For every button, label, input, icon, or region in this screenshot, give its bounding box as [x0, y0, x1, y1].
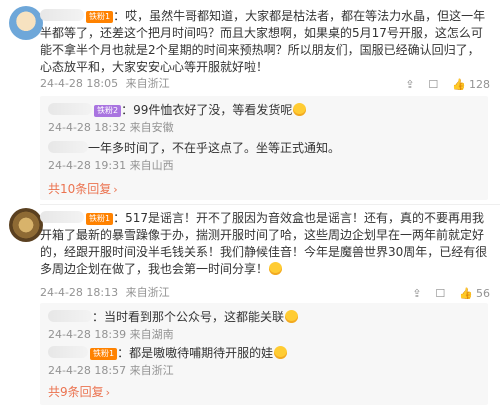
reply-date: 24-4-28 18:57 [48, 364, 127, 377]
emoji-icon [269, 262, 283, 275]
reply-text: 一年多时间了，不在乎这点了。坐等正式通知。 [88, 141, 341, 155]
fan-badge: 铁粉1 [86, 11, 114, 23]
reply-text: ：99件恤衣好了没，等看发货呢 [121, 103, 293, 117]
more-replies-link[interactable]: 共10条回复 › [48, 182, 118, 196]
reply-1: ：当时看到那个公众号，这都能关联 24-4-28 18:39 来自湖南 [48, 309, 478, 342]
like-icon: 👍 [452, 77, 466, 91]
like-count: 128 [469, 77, 490, 91]
reply-2: 铁粉1 ：都是嗷嗷待哺期待开服的娃 24-4-28 18:57 来自浙江 [48, 345, 478, 378]
share-icon: ⇪ [405, 77, 415, 91]
reply-location: 来自浙江 [129, 364, 174, 377]
reply-username[interactable] [48, 346, 88, 358]
reply-date: 24-4-28 18:32 [48, 121, 127, 134]
chevron-right-icon: › [105, 386, 111, 399]
divider [40, 204, 500, 205]
fan-badge: 铁粉2 [94, 105, 122, 117]
chevron-right-icon: › [113, 183, 118, 196]
emoji-icon [274, 346, 288, 359]
reply-location: 来自安徽 [129, 121, 174, 134]
like-button[interactable]: 👍 128 [452, 78, 490, 91]
comment-icon: ☐ [435, 286, 446, 300]
replies-box: ：当时看到那个公众号，这都能关联 24-4-28 18:39 来自湖南 铁粉1：… [40, 303, 488, 405]
comment-date: 24-4-28 18:13 [40, 286, 119, 299]
emoji-icon [293, 103, 307, 116]
avatar[interactable] [9, 6, 43, 40]
comment-icon: ☐ [428, 77, 439, 91]
more-replies-link[interactable]: 共9条回复 › [48, 385, 110, 399]
comment-button[interactable]: ☐ [435, 288, 445, 299]
like-count: 56 [476, 286, 490, 300]
comment-location: 来自浙江 [125, 286, 170, 299]
share-icon: ⇪ [412, 286, 422, 300]
reply-2: 一年多时间了，不在乎这点了。坐等正式通知。 24-4-28 19:31 来自山西 [48, 140, 478, 173]
reply-text: ：都是嗷嗷待哺期待开服的娃 [117, 346, 274, 360]
reply-1: 铁粉2 ：99件恤衣好了没，等看发货呢 24-4-28 18:32 来自安徽 [48, 102, 478, 135]
username[interactable] [40, 211, 84, 223]
reply-username[interactable] [48, 310, 92, 322]
comment-location: 来自浙江 [125, 77, 170, 90]
reply-date: 24-4-28 18:39 [48, 328, 127, 341]
reply-location: 来自湖南 [129, 328, 174, 341]
reply-username[interactable] [48, 103, 92, 115]
emoji-icon [285, 310, 299, 323]
fan-badge: 铁粉1 [86, 213, 114, 225]
reply-username[interactable] [48, 141, 88, 153]
username[interactable] [40, 9, 84, 21]
comment-button[interactable]: ☐ [428, 79, 438, 90]
like-icon: 👍 [459, 286, 473, 300]
like-button[interactable]: 👍 56 [459, 287, 490, 300]
avatar[interactable] [9, 208, 43, 242]
comment-date: 24-4-28 18:05 [40, 77, 119, 90]
reply-date: 24-4-28 19:31 [48, 159, 127, 172]
reply-location: 来自山西 [129, 159, 174, 172]
reply-text: ：当时看到那个公众号，这都能关联 [92, 310, 285, 324]
replies-box: 铁粉2 ：99件恤衣好了没，等看发货呢 24-4-28 18:32 来自安徽 一年… [40, 96, 488, 200]
fan-badge: 铁粉1 [90, 348, 118, 360]
share-button[interactable]: ⇪ [412, 288, 421, 299]
share-button[interactable]: ⇪ [405, 79, 414, 90]
